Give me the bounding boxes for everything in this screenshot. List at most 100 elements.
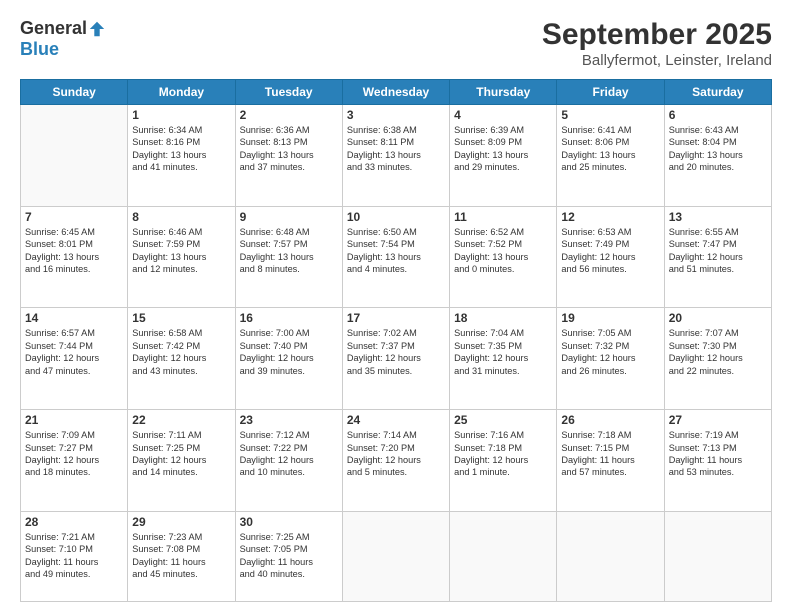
day-number: 28 — [25, 515, 123, 529]
page-title: September 2025 — [542, 18, 772, 52]
calendar-cell — [450, 511, 557, 601]
day-info: Sunrise: 7:21 AMSunset: 7:10 PMDaylight:… — [25, 531, 123, 581]
day-number: 23 — [240, 413, 338, 427]
calendar-cell: 28 Sunrise: 7:21 AMSunset: 7:10 PMDayligh… — [21, 511, 128, 601]
day-number: 11 — [454, 210, 552, 224]
day-info: Sunrise: 6:34 AMSunset: 8:16 PMDaylight:… — [132, 124, 230, 174]
day-number: 21 — [25, 413, 123, 427]
day-number: 5 — [561, 108, 659, 122]
calendar-week-row: 21 Sunrise: 7:09 AMSunset: 7:27 PMDayligh… — [21, 410, 772, 512]
day-info: Sunrise: 7:07 AMSunset: 7:30 PMDaylight:… — [669, 327, 767, 377]
calendar-cell: 17 Sunrise: 7:02 AMSunset: 7:37 PMDayligh… — [342, 308, 449, 410]
calendar-cell: 12 Sunrise: 6:53 AMSunset: 7:49 PMDayligh… — [557, 206, 664, 308]
day-info: Sunrise: 7:16 AMSunset: 7:18 PMDaylight:… — [454, 429, 552, 479]
day-number: 24 — [347, 413, 445, 427]
day-info: Sunrise: 7:00 AMSunset: 7:40 PMDaylight:… — [240, 327, 338, 377]
day-number: 7 — [25, 210, 123, 224]
day-info: Sunrise: 6:39 AMSunset: 8:09 PMDaylight:… — [454, 124, 552, 174]
day-info: Sunrise: 6:57 AMSunset: 7:44 PMDaylight:… — [25, 327, 123, 377]
calendar-cell: 22 Sunrise: 7:11 AMSunset: 7:25 PMDayligh… — [128, 410, 235, 512]
day-info: Sunrise: 6:55 AMSunset: 7:47 PMDaylight:… — [669, 226, 767, 276]
day-info: Sunrise: 7:19 AMSunset: 7:13 PMDaylight:… — [669, 429, 767, 479]
logo-general-text: General — [20, 18, 87, 39]
calendar-cell: 21 Sunrise: 7:09 AMSunset: 7:27 PMDayligh… — [21, 410, 128, 512]
title-block: September 2025 Ballyfermot, Leinster, Ir… — [542, 18, 772, 69]
calendar-cell: 25 Sunrise: 7:16 AMSunset: 7:18 PMDayligh… — [450, 410, 557, 512]
day-info: Sunrise: 7:05 AMSunset: 7:32 PMDaylight:… — [561, 327, 659, 377]
day-info: Sunrise: 6:43 AMSunset: 8:04 PMDaylight:… — [669, 124, 767, 174]
day-number: 26 — [561, 413, 659, 427]
calendar-cell: 6 Sunrise: 6:43 AMSunset: 8:04 PMDaylight… — [664, 105, 771, 207]
calendar-table: SundayMondayTuesdayWednesdayThursdayFrid… — [20, 79, 772, 602]
calendar-cell — [664, 511, 771, 601]
day-number: 30 — [240, 515, 338, 529]
day-info: Sunrise: 6:46 AMSunset: 7:59 PMDaylight:… — [132, 226, 230, 276]
day-number: 19 — [561, 311, 659, 325]
calendar-day-header: Friday — [557, 80, 664, 105]
day-number: 29 — [132, 515, 230, 529]
calendar-week-row: 1 Sunrise: 6:34 AMSunset: 8:16 PMDaylight… — [21, 105, 772, 207]
calendar-cell: 1 Sunrise: 6:34 AMSunset: 8:16 PMDaylight… — [128, 105, 235, 207]
day-info: Sunrise: 7:09 AMSunset: 7:27 PMDaylight:… — [25, 429, 123, 479]
calendar-day-header: Wednesday — [342, 80, 449, 105]
calendar-cell: 13 Sunrise: 6:55 AMSunset: 7:47 PMDayligh… — [664, 206, 771, 308]
calendar-cell: 11Sunrise: 6:52 AMSunset: 7:52 PMDayligh… — [450, 206, 557, 308]
calendar-cell: 30 Sunrise: 7:25 AMSunset: 7:05 PMDayligh… — [235, 511, 342, 601]
day-info: Sunrise: 7:23 AMSunset: 7:08 PMDaylight:… — [132, 531, 230, 581]
day-info: Sunrise: 6:45 AMSunset: 8:01 PMDaylight:… — [25, 226, 123, 276]
day-info: Sunrise: 6:48 AMSunset: 7:57 PMDaylight:… — [240, 226, 338, 276]
calendar-cell: 29 Sunrise: 7:23 AMSunset: 7:08 PMDayligh… — [128, 511, 235, 601]
day-number: 25 — [454, 413, 552, 427]
day-number: 6 — [669, 108, 767, 122]
day-info: Sunrise: 7:12 AMSunset: 7:22 PMDaylight:… — [240, 429, 338, 479]
day-number: 9 — [240, 210, 338, 224]
calendar-cell: 23 Sunrise: 7:12 AMSunset: 7:22 PMDayligh… — [235, 410, 342, 512]
calendar-cell: 14Sunrise: 6:57 AMSunset: 7:44 PMDayligh… — [21, 308, 128, 410]
day-number: 10 — [347, 210, 445, 224]
day-number: 13 — [669, 210, 767, 224]
day-number: 4 — [454, 108, 552, 122]
page: General Blue September 2025 Ballyfermot,… — [0, 0, 792, 612]
day-info: Sunrise: 7:11 AMSunset: 7:25 PMDaylight:… — [132, 429, 230, 479]
calendar-week-row: 28 Sunrise: 7:21 AMSunset: 7:10 PMDayligh… — [21, 511, 772, 601]
day-number: 12 — [561, 210, 659, 224]
day-info: Sunrise: 6:41 AMSunset: 8:06 PMDaylight:… — [561, 124, 659, 174]
day-info: Sunrise: 6:38 AMSunset: 8:11 PMDaylight:… — [347, 124, 445, 174]
calendar-cell — [557, 511, 664, 601]
calendar-day-header: Tuesday — [235, 80, 342, 105]
day-number: 18 — [454, 311, 552, 325]
day-number: 3 — [347, 108, 445, 122]
day-info: Sunrise: 7:25 AMSunset: 7:05 PMDaylight:… — [240, 531, 338, 581]
logo-blue-text: Blue — [20, 39, 59, 59]
calendar-cell: 20Sunrise: 7:07 AMSunset: 7:30 PMDayligh… — [664, 308, 771, 410]
header: General Blue September 2025 Ballyfermot,… — [20, 18, 772, 69]
calendar-cell: 19 Sunrise: 7:05 AMSunset: 7:32 PMDayligh… — [557, 308, 664, 410]
calendar-cell: 9 Sunrise: 6:48 AMSunset: 7:57 PMDaylight… — [235, 206, 342, 308]
logo-icon — [88, 20, 106, 38]
calendar-cell: 26 Sunrise: 7:18 AMSunset: 7:15 PMDayligh… — [557, 410, 664, 512]
calendar-cell: 3 Sunrise: 6:38 AMSunset: 8:11 PMDaylight… — [342, 105, 449, 207]
calendar-cell: 24 Sunrise: 7:14 AMSunset: 7:20 PMDayligh… — [342, 410, 449, 512]
day-number: 16 — [240, 311, 338, 325]
day-number: 8 — [132, 210, 230, 224]
day-info: Sunrise: 7:18 AMSunset: 7:15 PMDaylight:… — [561, 429, 659, 479]
calendar-week-row: 14Sunrise: 6:57 AMSunset: 7:44 PMDayligh… — [21, 308, 772, 410]
calendar-cell: 27Sunrise: 7:19 AMSunset: 7:13 PMDayligh… — [664, 410, 771, 512]
calendar-cell: 4 Sunrise: 6:39 AMSunset: 8:09 PMDaylight… — [450, 105, 557, 207]
day-info: Sunrise: 6:50 AMSunset: 7:54 PMDaylight:… — [347, 226, 445, 276]
calendar-day-header: Saturday — [664, 80, 771, 105]
calendar-cell — [21, 105, 128, 207]
day-info: Sunrise: 7:02 AMSunset: 7:37 PMDaylight:… — [347, 327, 445, 377]
day-number: 15 — [132, 311, 230, 325]
day-number: 1 — [132, 108, 230, 122]
logo: General Blue — [20, 18, 106, 60]
day-number: 22 — [132, 413, 230, 427]
page-subtitle: Ballyfermot, Leinster, Ireland — [542, 52, 772, 69]
day-info: Sunrise: 7:14 AMSunset: 7:20 PMDaylight:… — [347, 429, 445, 479]
day-number: 17 — [347, 311, 445, 325]
day-info: Sunrise: 7:04 AMSunset: 7:35 PMDaylight:… — [454, 327, 552, 377]
day-number: 2 — [240, 108, 338, 122]
calendar-week-row: 7 Sunrise: 6:45 AMSunset: 8:01 PMDaylight… — [21, 206, 772, 308]
calendar-cell: 16 Sunrise: 7:00 AMSunset: 7:40 PMDayligh… — [235, 308, 342, 410]
day-info: Sunrise: 6:53 AMSunset: 7:49 PMDaylight:… — [561, 226, 659, 276]
